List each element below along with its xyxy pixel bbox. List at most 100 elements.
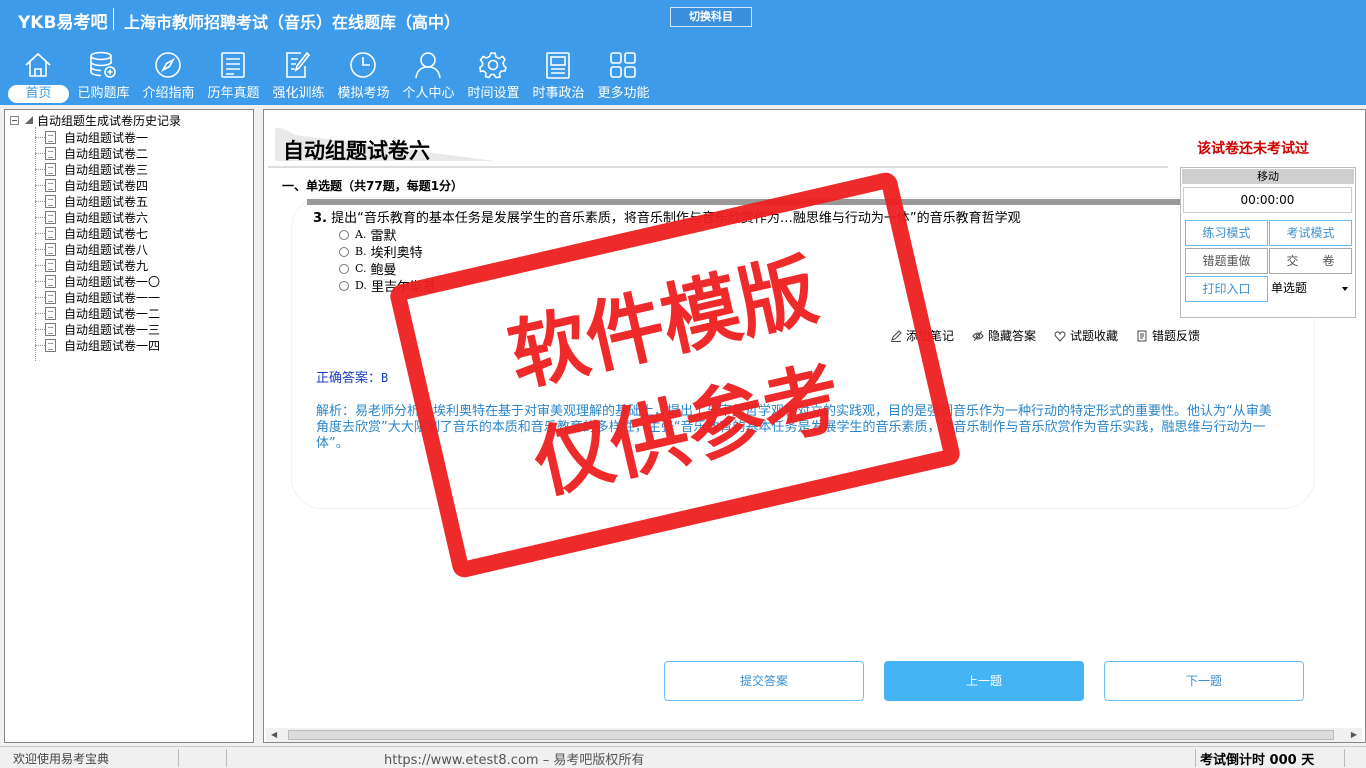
title-divider — [268, 166, 1168, 168]
nav-label: 介绍指南 — [142, 86, 195, 101]
radio-button[interactable] — [339, 263, 349, 274]
exam-mode-button[interactable]: 考试模式 — [1269, 220, 1352, 246]
scroll-right-icon[interactable]: ▶ — [1351, 730, 1357, 739]
nav-purchased[interactable]: 已购题库 — [71, 48, 136, 104]
database-icon — [90, 51, 116, 78]
edit-icon — [286, 51, 311, 78]
tree-item-label: 自动组题试卷九 — [64, 258, 149, 273]
tool-label: 隐藏答案 — [988, 329, 1037, 343]
document-icon — [45, 130, 56, 144]
answer-value: B — [381, 371, 389, 385]
answer-label: 正确答案： — [316, 371, 382, 386]
document-icon — [45, 290, 56, 304]
clock-icon — [350, 52, 376, 78]
copyright-text: https://www.etest8.com – 易考吧版权所有 — [384, 753, 645, 768]
tree-item[interactable]: 自动组题试卷八 — [5, 241, 160, 257]
document-icon — [45, 258, 56, 272]
document-icon — [45, 242, 56, 256]
tree-item[interactable]: 自动组题试卷二 — [5, 145, 160, 161]
nav-more[interactable]: 更多功能 — [591, 48, 656, 104]
tree-root[interactable]: − 自动组题生成试卷历史记录 — [10, 113, 181, 128]
countdown-text: 考试倒计时 000 天 — [1200, 753, 1315, 768]
nav-label: 已购题库 — [77, 86, 130, 101]
brand-divider — [113, 8, 114, 30]
tree-item-label: 自动组题试卷一二 — [64, 306, 161, 321]
document-icon — [45, 338, 56, 352]
tree-item[interactable]: 自动组题试卷一 — [5, 129, 160, 145]
document-icon — [45, 162, 56, 176]
tree-item-label: 自动组题试卷七 — [64, 226, 149, 241]
tree-item[interactable]: 自动组题试卷三 — [5, 161, 160, 177]
gear-icon — [479, 52, 507, 79]
tree-item-label: 自动组题试卷一四 — [64, 338, 161, 353]
nav-past-papers[interactable]: 历年真题 — [201, 48, 266, 104]
radio-button[interactable] — [339, 229, 349, 240]
tree-item[interactable]: 自动组题试卷一四 — [5, 337, 160, 353]
tree-item-label: 自动组题试卷一〇 — [64, 274, 161, 289]
scrollbar-thumb[interactable] — [288, 730, 1334, 740]
radio-button[interactable] — [339, 246, 349, 257]
book-icon — [546, 52, 570, 79]
redo-wrong-button[interactable]: 错题重做 — [1185, 248, 1268, 274]
nav-training[interactable]: 强化训练 — [266, 48, 331, 104]
tree-item[interactable]: 自动组题试卷一一 — [5, 289, 160, 305]
tree-item[interactable]: 自动组题试卷一二 — [5, 305, 160, 321]
nav-time-settings[interactable]: 时间设置 — [461, 48, 526, 104]
tree-item-label: 自动组题试卷三 — [64, 162, 149, 177]
switch-subject-button[interactable]: 切换科目 — [670, 7, 752, 27]
tree-item[interactable]: 自动组题试卷九 — [5, 257, 160, 273]
status-bar: 欢迎使用易考宝典 https://www.etest8.com – 易考吧版权所… — [0, 746, 1366, 768]
heart-icon — [1054, 330, 1066, 342]
nav-guide[interactable]: 介绍指南 — [136, 48, 201, 104]
practice-mode-button[interactable]: 练习模式 — [1185, 220, 1268, 246]
previous-question-button[interactable]: 上一题 — [884, 661, 1084, 701]
tree-item[interactable]: 自动组题试卷七 — [5, 225, 160, 241]
timer-display: 00:00:00 — [1183, 187, 1352, 213]
move-handle[interactable]: 移动 — [1182, 169, 1354, 184]
section-heading: 一、单选题（共77题，每题1分） — [282, 179, 464, 193]
collapse-toggle-icon[interactable]: − — [10, 115, 19, 125]
tree-item-label: 自动组题试卷一 — [64, 130, 149, 145]
tree-item[interactable]: 自动组题试卷五 — [5, 193, 160, 209]
brand-logo: YKB易考吧 — [18, 13, 108, 33]
tree-item-label: 自动组题试卷二 — [64, 146, 149, 161]
nav-current-affairs[interactable]: 时事政治 — [526, 48, 591, 104]
print-button[interactable]: 打印入口 — [1185, 276, 1268, 302]
correct-answer: 正确答案：B — [316, 367, 388, 386]
document-icon — [45, 178, 56, 192]
next-question-button[interactable]: 下一题 — [1104, 661, 1304, 701]
document-icon — [45, 146, 56, 160]
document-icon — [45, 274, 56, 288]
hide-answer-button[interactable]: 隐藏答案 — [972, 327, 1036, 344]
nav-label: 模拟考场 — [337, 86, 390, 101]
hand-in-button[interactable]: 交 卷 — [1269, 248, 1352, 274]
nav-home[interactable]: 首页 — [6, 48, 71, 104]
home-icon — [25, 52, 51, 77]
favorite-button[interactable]: 试题收藏 — [1054, 327, 1118, 344]
tree-item-label: 自动组题试卷五 — [64, 194, 149, 209]
welcome-text: 欢迎使用易考宝典 — [13, 752, 110, 766]
question-type-select[interactable]: 单选题 — [1269, 276, 1352, 302]
scroll-left-icon[interactable]: ◀ — [271, 730, 277, 739]
feedback-button[interactable]: 错题反馈 — [1136, 327, 1200, 344]
tree-item-selected[interactable]: 自动组题试卷六 — [5, 209, 160, 225]
main-nav: 首页 已购题库 介绍指南 历年真题 强化训练 模拟考场 个人中心 时间设置 时事… — [6, 48, 656, 104]
user-icon — [415, 52, 441, 79]
nav-mock-exam[interactable]: 模拟考场 — [331, 48, 396, 104]
tree-item[interactable]: 自动组题试卷一〇 — [5, 273, 160, 289]
submit-answer-button[interactable]: 提交答案 — [664, 661, 864, 701]
tree-list: 自动组题试卷一 自动组题试卷二 自动组题试卷三 自动组题试卷四 自动组题试卷五 … — [5, 127, 160, 361]
tree-item-label: 自动组题试卷八 — [64, 242, 149, 257]
tree-item-label: 自动组题试卷六 — [64, 210, 149, 225]
question-tools: 添加笔记 隐藏答案 试题收藏 错题反馈 — [890, 327, 1218, 344]
option-key: D. — [355, 279, 367, 292]
radio-button[interactable] — [339, 280, 349, 291]
top-bar: YKB易考吧 上海市教师招聘考试（音乐）在线题库（高中） 切换科目 首页 已购题… — [0, 0, 1366, 105]
status-divider — [1344, 749, 1345, 767]
tree-item[interactable]: 自动组题试卷四 — [5, 177, 160, 193]
question-number: 3. — [313, 211, 327, 226]
horizontal-scrollbar[interactable]: ◀ ▶ — [266, 728, 1362, 742]
nav-personal[interactable]: 个人中心 — [396, 48, 461, 104]
document-icon — [45, 306, 56, 320]
tree-item[interactable]: 自动组题试卷一三 — [5, 321, 160, 337]
